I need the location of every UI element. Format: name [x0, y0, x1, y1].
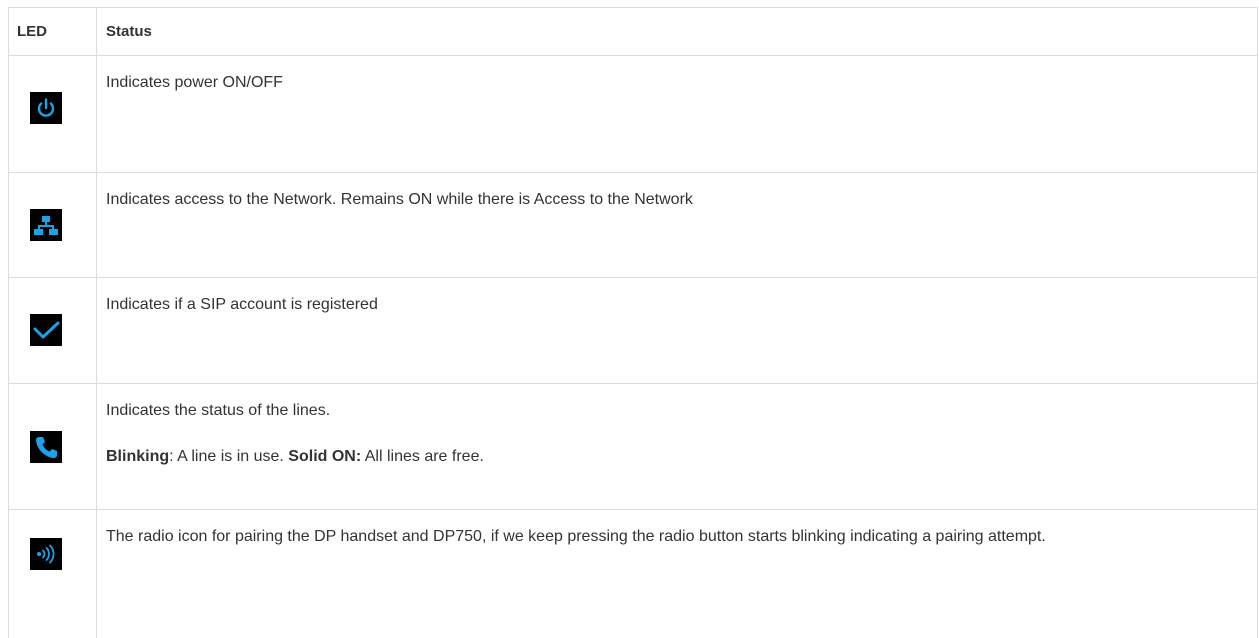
table-header-row: LED Status	[8, 7, 1258, 56]
solid-on-label: Solid ON:	[288, 448, 362, 465]
table-row: Indicates if a SIP account is registered	[8, 277, 1258, 384]
status-cell: Indicates access to the Network. Remains…	[96, 172, 1258, 278]
power-icon	[30, 92, 62, 124]
status-text: Indicates the status of the lines.	[106, 402, 331, 419]
table-row: The radio icon for pairing the DP handse…	[8, 509, 1258, 638]
led-status-table: LED Status Indicates power ON/OFF Indica…	[8, 7, 1258, 638]
blinking-label: Blinking	[106, 448, 170, 465]
status-cell: Indicates if a SIP account is registered	[96, 277, 1258, 384]
header-led: LED	[8, 7, 97, 56]
status-text: Indicates access to the Network. Remains…	[106, 191, 693, 208]
led-cell	[8, 172, 97, 278]
phone-icon	[30, 430, 62, 463]
status-cell: Indicates the status of the lines. Blink…	[96, 383, 1258, 510]
status-cell: The radio icon for pairing the DP handse…	[96, 509, 1258, 638]
radio-icon	[30, 538, 62, 570]
table-row: Indicates the status of the lines. Blink…	[8, 383, 1258, 510]
status-detail: Blinking: A line is in use. Solid ON: Al…	[106, 446, 1248, 468]
header-status: Status	[96, 7, 1258, 56]
solid-on-text: All lines are free.	[361, 448, 484, 465]
table-row: Indicates power ON/OFF	[8, 55, 1258, 173]
led-cell	[8, 509, 97, 638]
led-cell	[8, 383, 97, 510]
status-text: Indicates if a SIP account is registered	[106, 296, 378, 313]
network-icon	[30, 209, 62, 241]
status-cell: Indicates power ON/OFF	[96, 55, 1258, 173]
table-row: Indicates access to the Network. Remains…	[8, 172, 1258, 278]
status-text: The radio icon for pairing the DP handse…	[106, 528, 1046, 545]
led-cell	[8, 55, 97, 173]
led-cell	[8, 277, 97, 384]
status-text: Indicates power ON/OFF	[106, 74, 283, 91]
checkmark-icon	[30, 314, 62, 346]
blinking-text: : A line is in use.	[169, 448, 289, 465]
